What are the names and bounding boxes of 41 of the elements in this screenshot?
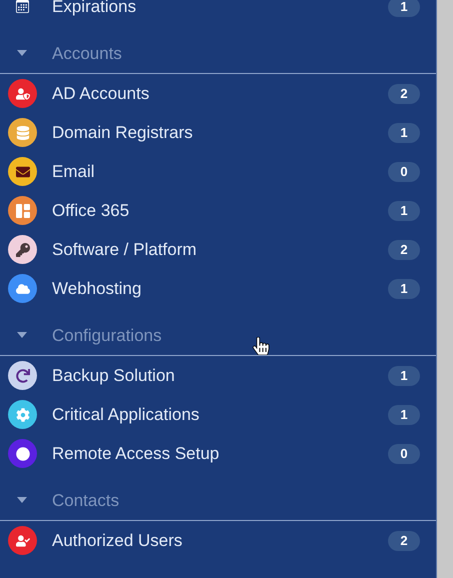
count-badge: 1 — [388, 0, 420, 16]
count-badge: 1 — [388, 200, 420, 220]
caret-icon — [17, 497, 27, 503]
count-badge: 1 — [388, 404, 420, 424]
sidebar-item[interactable]: Office 365 1 — [0, 191, 436, 230]
section-header[interactable]: Accounts — [0, 26, 436, 74]
count-badge: 1 — [388, 122, 420, 142]
count-badge: 0 — [388, 162, 420, 182]
sidebar-item[interactable]: Software / Platform 2 — [0, 230, 436, 269]
sidebar-item[interactable]: Critical Applications 1 — [0, 395, 436, 434]
sidebar-item[interactable]: Authorized Users 2 — [0, 521, 436, 560]
item-label: Office 365 — [52, 200, 130, 222]
section-title: Configurations — [52, 326, 162, 346]
section-header[interactable]: Contacts — [0, 473, 436, 521]
item-label: Authorized Users — [52, 530, 184, 552]
item-label: Software / Platform — [52, 238, 198, 261]
count-badge: 2 — [388, 84, 420, 104]
sidebar-item[interactable]: Domain Registrars 1 — [0, 113, 436, 152]
count-badge: 1 — [388, 366, 420, 386]
count-badge: 1 — [388, 278, 420, 298]
calendar-icon — [16, 0, 29, 13]
pointer-cursor-icon — [252, 337, 270, 355]
sidebar-item[interactable]: Webhosting 1 — [0, 269, 436, 308]
section-title: Contacts — [52, 491, 120, 511]
count-badge: 2 — [388, 530, 420, 550]
item-label: Domain Registrars — [52, 122, 194, 144]
count-badge: 2 — [388, 240, 420, 260]
count-badge: 0 — [388, 444, 420, 464]
caret-icon — [17, 332, 27, 338]
item-label: Webhosting — [52, 278, 142, 300]
item-label: Backup Solution — [52, 364, 176, 387]
item-label: Remote Access Setup — [52, 442, 220, 465]
caret-icon — [17, 50, 27, 56]
sidebar-item[interactable]: Remote Access Setup 0 — [0, 434, 436, 473]
item-label: Email — [52, 160, 96, 183]
sidebar-item[interactable]: Backup Solution 1 — [0, 356, 436, 395]
item-label: AD Accounts — [52, 82, 150, 105]
sidebar-item[interactable]: AD Accounts 2 — [0, 74, 436, 113]
section-title: Accounts — [52, 44, 122, 64]
sidebar-item[interactable]: Email 0 — [0, 152, 436, 191]
item-label: Critical Applications — [52, 404, 200, 426]
